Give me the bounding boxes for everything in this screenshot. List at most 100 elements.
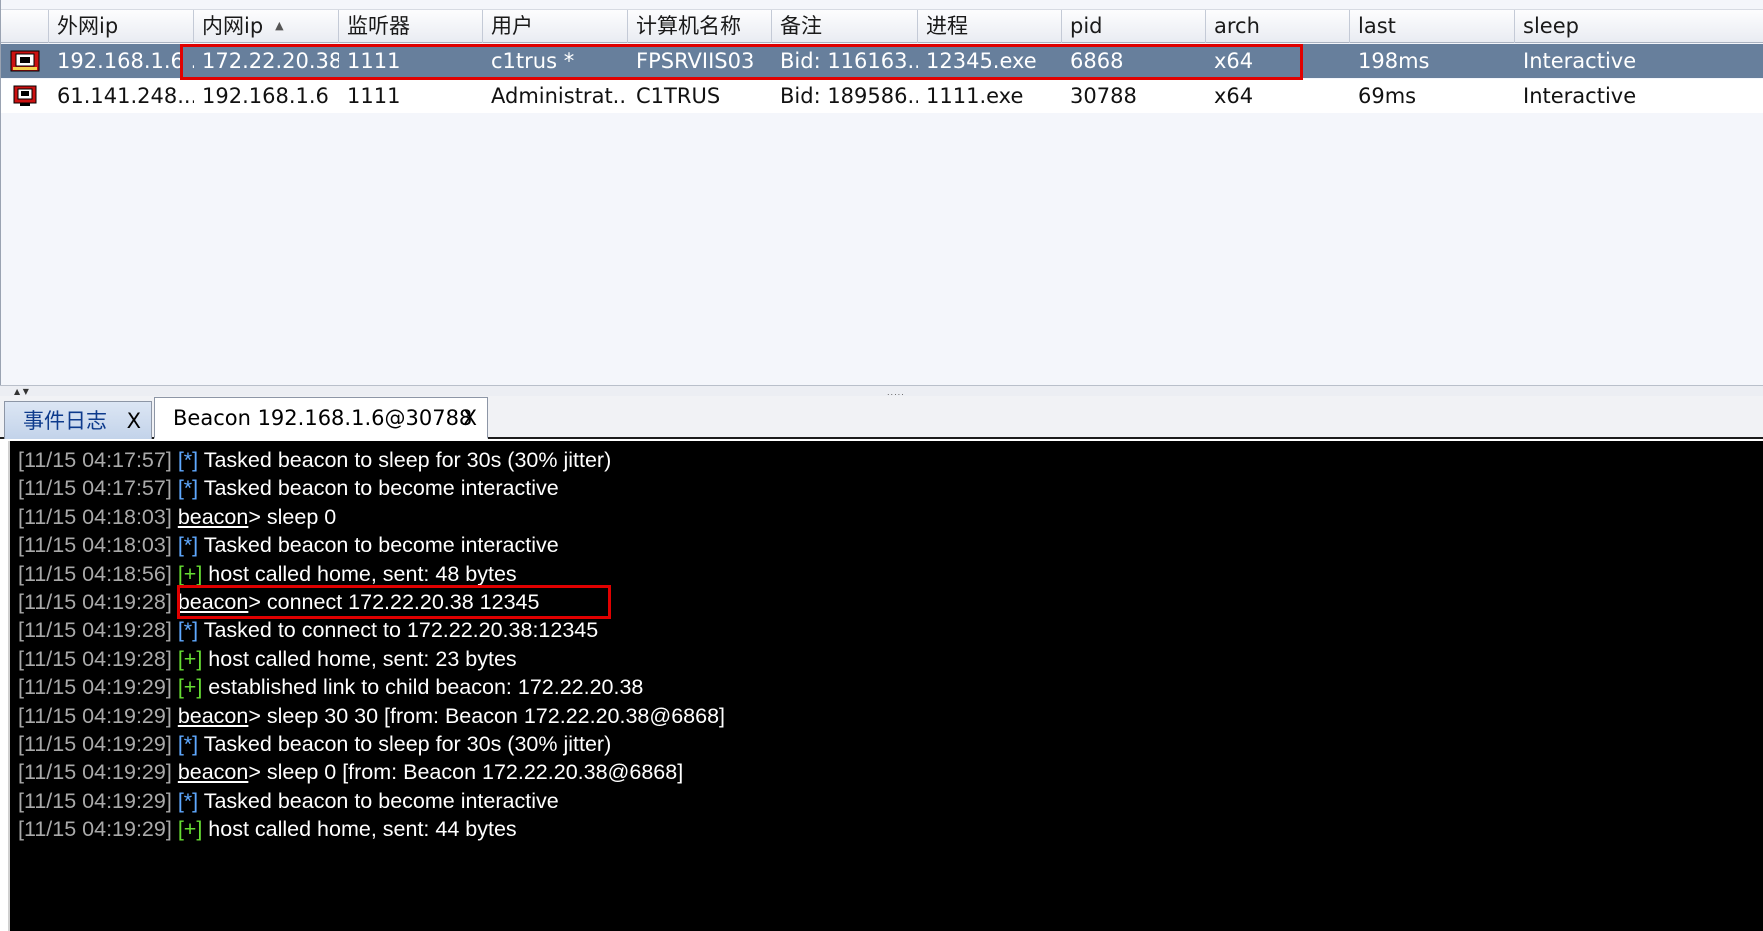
console-timestamp: [11/15 04:18:56]	[18, 561, 172, 586]
cell-listener: 1111	[347, 84, 401, 108]
beacon-console-output[interactable]: [11/15 04:17:57] [*] Tasked beacon to sl…	[8, 441, 1763, 931]
cell-sleep: Interactive	[1523, 84, 1637, 108]
console-timestamp: [11/15 04:19:29]	[18, 760, 172, 785]
header-note[interactable]: 备注	[772, 10, 918, 43]
cell-process: 1111.exe	[926, 84, 1024, 108]
cell-last: 198ms	[1358, 49, 1430, 73]
console-timestamp: [11/15 04:17:57]	[18, 476, 172, 501]
header-label: 进程	[926, 14, 968, 38]
cell-external-ip: 61.141.248....	[57, 84, 194, 108]
console-timestamp: [11/15 04:18:03]	[18, 533, 172, 558]
annotation-highlight-box	[180, 44, 1303, 80]
cell-note: Bid: 189586...	[780, 84, 918, 108]
console-status-tag: [*]	[177, 788, 199, 813]
console-message: Tasked beacon to become interactive	[198, 788, 559, 813]
header-external-ip[interactable]: 外网ip	[49, 10, 194, 43]
console-line: [11/15 04:19:28] [*] Tasked to connect t…	[10, 616, 1763, 644]
console-message: host called home, sent: 44 bytes	[202, 817, 517, 842]
header-label: sleep	[1523, 14, 1579, 38]
header-icon-column[interactable]	[1, 10, 49, 43]
header-label: 计算机名称	[636, 14, 741, 38]
console-message: Tasked beacon to sleep for 30s (30% jitt…	[198, 731, 612, 756]
console-line: [11/15 04:19:28] [+] host called home, s…	[10, 645, 1763, 673]
tab-event-log[interactable]: 事件日志 X	[4, 401, 152, 439]
cell-pid: 30788	[1070, 84, 1137, 108]
console-message: > sleep 30 30 [from: Beacon 172.22.20.38…	[248, 703, 726, 728]
header-internal-ip[interactable]: 内网ip ▲	[194, 10, 339, 43]
header-label: arch	[1214, 14, 1260, 38]
console-status-tag: [+]	[177, 817, 203, 842]
console-status-tag: [*]	[177, 731, 199, 756]
console-message: host called home, sent: 48 bytes	[202, 561, 517, 586]
console-status-tag: [+]	[177, 561, 203, 586]
console-prompt: beacon	[177, 703, 249, 728]
console-message: > sleep 0	[248, 504, 337, 529]
console-line: [11/15 04:19:29] [*] Tasked beacon to sl…	[10, 730, 1763, 758]
header-label: 备注	[780, 14, 822, 38]
header-listener[interactable]: 监听器	[339, 10, 483, 43]
beacon-monitor-icon	[13, 85, 37, 106]
collapse-arrows-icon[interactable]: ▲ ▼	[14, 387, 29, 396]
pane-splitter[interactable]: ▲ ▼ .....	[0, 385, 1763, 397]
close-icon[interactable]: X	[463, 398, 477, 438]
header-arch[interactable]: arch	[1206, 10, 1350, 43]
console-line: [11/15 04:17:57] [*] Tasked beacon to be…	[10, 474, 1763, 502]
console-message: Tasked to connect to 172.22.20.38:12345	[198, 618, 599, 643]
console-timestamp: [11/15 04:19:29]	[18, 788, 172, 813]
console-timestamp: [11/15 04:19:28]	[18, 646, 172, 671]
table-header: 外网ip 内网ip ▲ 监听器 用户 计算机名称 备注 进程 pid arch l…	[1, 9, 1763, 43]
console-status-tag: [+]	[177, 675, 203, 700]
tab-label: Beacon 192.168.1.6@30788	[173, 406, 473, 430]
console-message: Tasked beacon to become interactive	[198, 533, 559, 558]
cell-sleep: Interactive	[1523, 49, 1637, 73]
tab-strip: 事件日志 X Beacon 192.168.1.6@30788 X	[0, 396, 1763, 439]
table-row[interactable]: 61.141.248.... 192.168.1.6 1111 Administ…	[1, 79, 1763, 113]
console-line: [11/15 04:19:29] [+] host called home, s…	[10, 815, 1763, 843]
console-line: [11/15 04:17:57] [*] Tasked beacon to sl…	[10, 446, 1763, 474]
header-label: last	[1358, 14, 1396, 38]
header-label: 用户	[491, 14, 533, 38]
cell-user: Administrat...	[491, 84, 628, 108]
console-line: [11/15 04:19:29] beacon> sleep 30 30 [fr…	[10, 702, 1763, 730]
console-status-tag: [+]	[177, 646, 203, 671]
console-timestamp: [11/15 04:19:29]	[18, 731, 172, 756]
cell-last: 69ms	[1358, 84, 1417, 108]
console-status-tag: [*]	[177, 448, 199, 472]
console-message: host called home, sent: 23 bytes	[202, 646, 517, 671]
console-timestamp: [11/15 04:18:03]	[18, 504, 172, 529]
console-timestamp: [11/15 04:19:29]	[18, 703, 172, 728]
header-computer[interactable]: 计算机名称	[628, 10, 772, 43]
header-label: 监听器	[347, 14, 410, 38]
header-label: 内网ip	[202, 14, 264, 38]
console-message: > sleep 0 [from: Beacon 172.22.20.38@686…	[248, 760, 684, 785]
console-message: Tasked beacon to sleep for 30s (30% jitt…	[198, 448, 612, 472]
annotation-highlight-box	[177, 585, 611, 619]
header-process[interactable]: 进程	[918, 10, 1062, 43]
console-timestamp: [11/15 04:17:57]	[18, 448, 172, 472]
beacon-monitor-icon	[10, 50, 40, 72]
header-label: pid	[1070, 14, 1103, 38]
header-sleep[interactable]: sleep	[1515, 10, 1763, 43]
cell-arch: x64	[1214, 84, 1254, 108]
console-line: [11/15 04:18:03] beacon> sleep 0	[10, 503, 1763, 531]
console-prompt: beacon	[177, 504, 249, 529]
console-prompt: beacon	[177, 760, 249, 785]
console-status-tag: [*]	[177, 618, 199, 643]
sort-ascending-icon: ▲	[275, 19, 284, 32]
tab-beacon-session[interactable]: Beacon 192.168.1.6@30788 X	[154, 397, 488, 439]
console-line: [11/15 04:18:56] [+] host called home, s…	[10, 560, 1763, 588]
console-message: Tasked beacon to become interactive	[198, 476, 559, 501]
console-timestamp: [11/15 04:19:28]	[18, 589, 172, 614]
console-line: [11/15 04:19:29] beacon> sleep 0 [from: …	[10, 758, 1763, 786]
console-line: [11/15 04:18:03] [*] Tasked beacon to be…	[10, 531, 1763, 559]
header-last[interactable]: last	[1350, 10, 1515, 43]
console-timestamp: [11/15 04:19:29]	[18, 675, 172, 700]
header-pid[interactable]: pid	[1062, 10, 1206, 43]
header-user[interactable]: 用户	[483, 10, 628, 43]
cell-computer: C1TRUS	[636, 84, 721, 108]
close-icon[interactable]: X	[127, 402, 141, 440]
console-status-tag: [*]	[177, 476, 199, 501]
tab-label: 事件日志	[23, 409, 107, 433]
cell-external-ip: 192.168.1.6 ...	[57, 49, 194, 73]
console-timestamp: [11/15 04:19:29]	[18, 817, 172, 842]
